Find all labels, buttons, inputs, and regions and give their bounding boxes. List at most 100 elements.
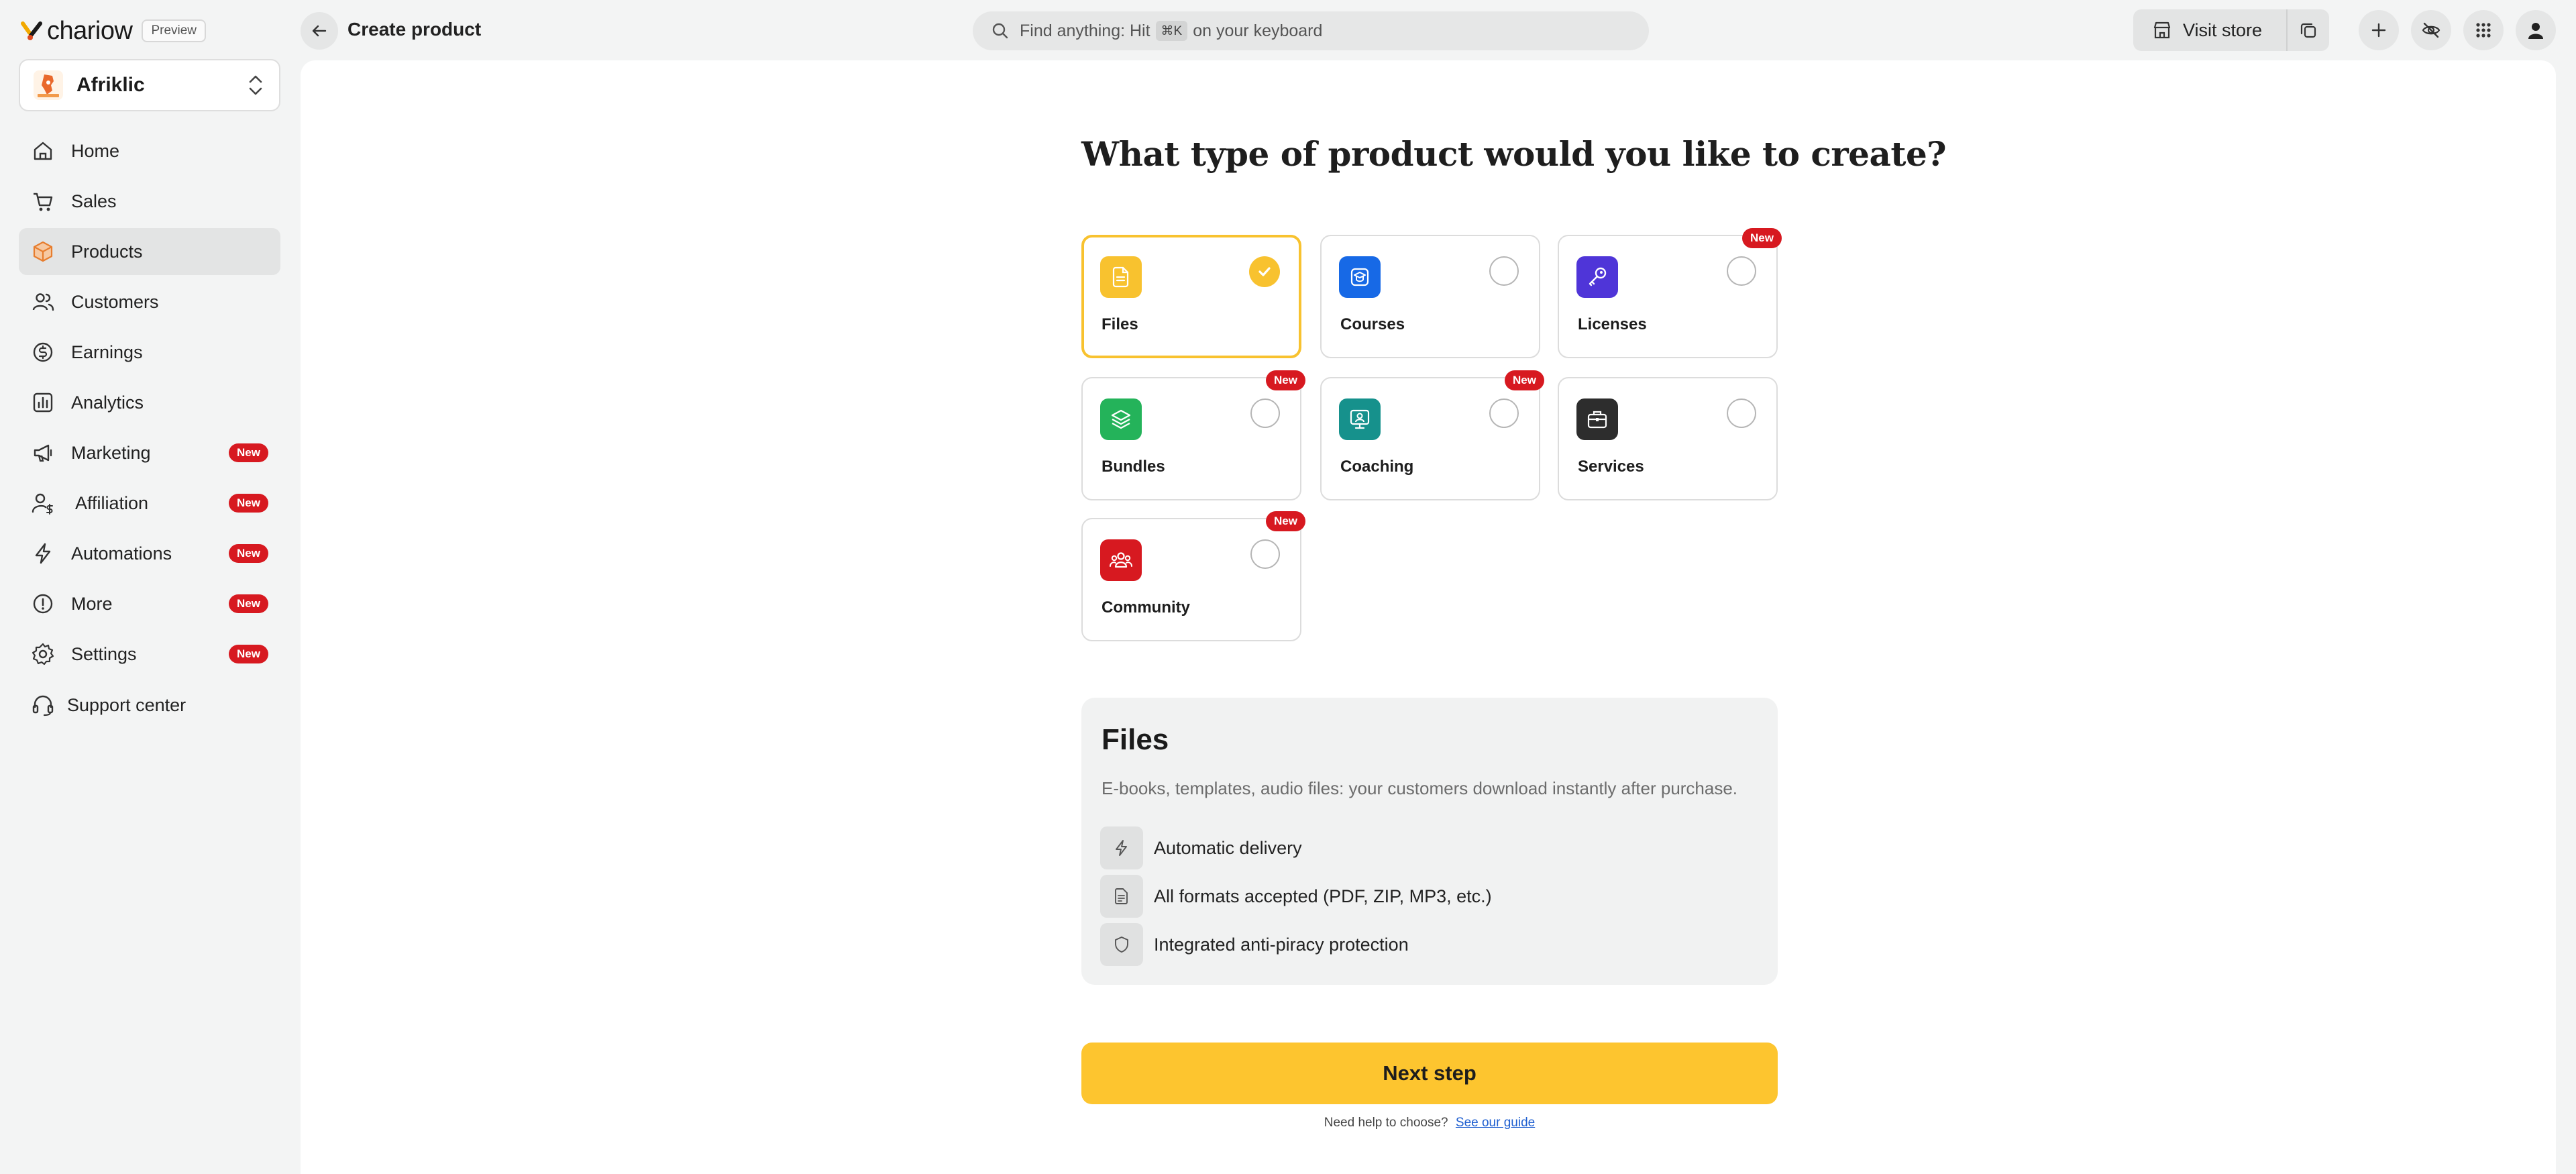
sidebar-item-label: Home — [71, 140, 120, 161]
back-button[interactable] — [301, 12, 338, 50]
sidebar-item-affiliation[interactable]: Affiliation New — [19, 480, 280, 527]
product-type-services[interactable]: Services — [1558, 377, 1778, 500]
sidebar-item-label: Support center — [67, 694, 186, 715]
feature-icon-bg — [1100, 875, 1143, 918]
new-badge: New — [1266, 511, 1305, 531]
radio-button[interactable] — [1489, 256, 1519, 286]
radio-button[interactable] — [1727, 398, 1756, 428]
card-label: Files — [1102, 315, 1138, 333]
sidebar-item-label: Marketing — [71, 442, 151, 463]
radio-button[interactable] — [1727, 256, 1756, 286]
card-icon-bg — [1100, 398, 1142, 440]
card-label: Coaching — [1340, 458, 1414, 476]
feature-text: Automatic delivery — [1154, 837, 1302, 858]
card-label: Licenses — [1578, 315, 1647, 333]
sidebar-item-customers[interactable]: Customers — [19, 278, 280, 325]
eye-off-icon — [2422, 22, 2440, 38]
product-type-community[interactable]: Community New — [1081, 511, 1305, 641]
store-logo-icon — [38, 74, 59, 97]
shield-icon — [1115, 937, 1128, 953]
new-badge: New — [1266, 370, 1305, 390]
storefront-icon — [2153, 21, 2171, 39]
feature-icon-bg — [1100, 826, 1143, 869]
new-badge: New — [229, 544, 268, 563]
card-icon-bg — [1100, 539, 1142, 581]
grid-icon — [2476, 23, 2491, 38]
feature-item: Automatic delivery — [1100, 826, 1302, 869]
selected-radio[interactable] — [1249, 256, 1280, 287]
top-bar: Create product Find anything: Hit ⌘K on … — [301, 0, 2576, 60]
sidebar-item-analytics[interactable]: Analytics — [19, 379, 280, 426]
next-step-button[interactable]: Next step — [1081, 1043, 1778, 1104]
search-icon — [992, 23, 1008, 39]
radio-button[interactable] — [1250, 398, 1280, 428]
visit-store-group: Visit store — [2133, 9, 2329, 51]
account-button[interactable] — [2516, 10, 2556, 50]
sidebar-item-marketing[interactable]: Marketing New — [19, 429, 280, 476]
card-label: Bundles — [1102, 458, 1165, 476]
check-icon — [1258, 267, 1271, 276]
radio-button[interactable] — [1489, 398, 1519, 428]
help-text: Need help to choose? — [1324, 1116, 1448, 1130]
visit-store-label: Visit store — [2182, 19, 2262, 40]
feature-text: All formats accepted (PDF, ZIP, MP3, etc… — [1154, 886, 1492, 906]
product-type-courses[interactable]: Courses — [1320, 235, 1540, 358]
sidebar-item-label: Settings — [71, 643, 137, 664]
product-type-licenses[interactable]: Licenses New — [1558, 228, 1782, 358]
sidebar-item-label: Earnings — [71, 341, 143, 362]
chariow-logo-icon — [21, 21, 42, 40]
brand[interactable]: chariow Preview — [20, 15, 207, 47]
help-line: Need help to choose? See our guide — [1081, 1116, 1778, 1130]
main-panel: What type of product would you like to c… — [301, 60, 2556, 1174]
see-guide-link[interactable]: See our guide — [1456, 1116, 1535, 1130]
card-icon-bg — [1100, 256, 1142, 298]
sidebar-item-settings[interactable]: Settings New — [19, 631, 280, 678]
briefcase-icon — [1587, 411, 1607, 429]
sidebar-item-label: Products — [71, 241, 143, 262]
home-icon — [34, 142, 52, 160]
product-type-coaching[interactable]: Coaching New — [1320, 370, 1544, 500]
preview-badge: Preview — [142, 19, 207, 42]
copy-link-button[interactable] — [2288, 9, 2329, 51]
new-badge: New — [229, 594, 268, 613]
file-icon — [1112, 266, 1129, 288]
search-bar[interactable]: Find anything: Hit ⌘K on your keyboard — [973, 11, 1649, 50]
sidebar-item-support-center[interactable]: Support center — [19, 682, 280, 729]
sidebar-item-products[interactable]: Products — [19, 228, 280, 275]
feature-icon-bg — [1100, 923, 1143, 966]
product-type-files[interactable]: Files — [1081, 235, 1301, 358]
sidebar-item-label: Automations — [71, 543, 172, 564]
sidebar-item-label: Analytics — [71, 392, 144, 413]
store-name: Afriklic — [76, 74, 145, 96]
details-description: E-books, templates, audio files: your cu… — [1102, 778, 1738, 798]
sidebar-item-earnings[interactable]: Earnings — [19, 329, 280, 376]
radio-button[interactable] — [1250, 539, 1280, 569]
key-icon — [1589, 267, 1607, 286]
sidebar-item-home[interactable]: Home — [19, 127, 280, 174]
user-icon — [2528, 23, 2543, 39]
sidebar-nav: Home Sales Products Customers Earnings A… — [19, 127, 280, 732]
visit-store-button[interactable]: Visit store — [2133, 9, 2288, 51]
sidebar-item-more[interactable]: More New — [19, 580, 280, 627]
add-button[interactable] — [2359, 10, 2399, 50]
top-actions: Visit store — [2133, 9, 2556, 51]
sidebar-item-automations[interactable]: Automations New — [19, 530, 280, 577]
store-switcher[interactable]: Afriklic — [19, 59, 280, 111]
layers-icon — [1111, 409, 1131, 429]
presentation-icon — [1350, 409, 1370, 429]
chart-icon — [33, 392, 53, 413]
apps-button[interactable] — [2463, 10, 2504, 50]
hide-button[interactable] — [2411, 10, 2451, 50]
graduation-cap-icon — [1350, 268, 1369, 286]
sidebar-item-label: Affiliation — [75, 492, 149, 513]
sidebar-item-sales[interactable]: Sales — [19, 178, 280, 225]
product-type-bundles[interactable]: Bundles New — [1081, 370, 1305, 500]
box-icon — [33, 241, 53, 262]
sidebar-item-label: Sales — [71, 191, 117, 211]
sidebar-item-label: More — [71, 593, 113, 614]
new-badge: New — [1742, 228, 1782, 248]
brand-name: chariow — [47, 16, 133, 45]
feature-item: All formats accepted (PDF, ZIP, MP3, etc… — [1100, 875, 1492, 918]
card-label: Services — [1578, 458, 1644, 476]
search-placeholder-prefix: Find anything: Hit — [1020, 21, 1150, 40]
